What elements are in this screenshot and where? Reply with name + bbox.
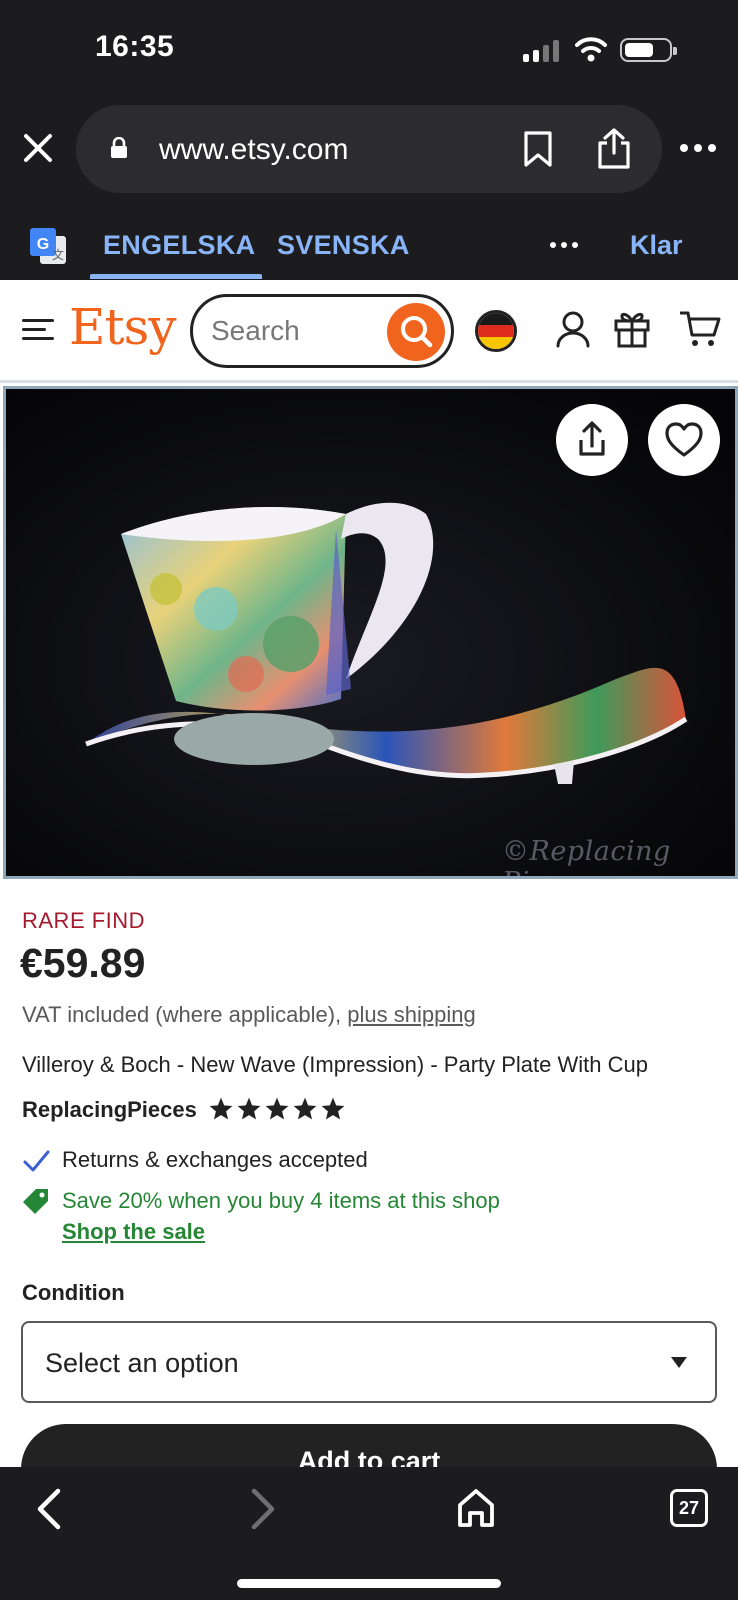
search-icon (401, 316, 433, 348)
close-icon[interactable] (22, 132, 54, 164)
star-icon (265, 1097, 289, 1120)
forward-arrow-icon[interactable] (248, 1487, 278, 1531)
share-listing-button[interactable] (556, 404, 628, 476)
tabs-count: 27 (678, 1498, 700, 1518)
cellular-signal-icon (523, 38, 563, 62)
active-language-indicator (90, 274, 262, 279)
sale-tag-icon (23, 1189, 48, 1214)
rare-find-badge: RARE FIND (22, 908, 146, 933)
address-bar[interactable]: www.etsy.com (76, 105, 662, 193)
heart-icon (665, 422, 703, 457)
image-watermark: ©Replacing Pieces (502, 836, 671, 876)
star-icon (321, 1097, 345, 1120)
gift-icon[interactable] (613, 308, 651, 348)
menu-icon[interactable] (22, 317, 54, 343)
lock-icon (111, 137, 127, 158)
star-icon (293, 1097, 317, 1120)
search-box (190, 294, 454, 368)
search-input[interactable] (211, 313, 371, 349)
more-options-icon[interactable] (680, 144, 720, 156)
chevron-down-icon (671, 1357, 687, 1368)
condition-select[interactable]: Select an option (21, 1321, 717, 1403)
product-title: Villeroy & Boch - New Wave (Impression) … (22, 1052, 648, 1077)
seller-name[interactable]: ReplacingPieces (22, 1097, 197, 1123)
vat-text: VAT included (where applicable), (22, 1002, 348, 1027)
translate-target-language[interactable]: SVENSKA (277, 230, 410, 261)
translate-source-language[interactable]: ENGELSKA (103, 230, 255, 261)
shop-the-sale-link[interactable]: Shop the sale (62, 1219, 205, 1245)
back-arrow-icon[interactable] (34, 1487, 64, 1531)
favorite-button[interactable] (648, 404, 720, 476)
status-time: 16:35 (95, 30, 175, 63)
product-price: €59.89 (20, 940, 146, 986)
translate-bar: G 文 ENGELSKA SVENSKA Klar (0, 200, 738, 280)
browser-bottom-bar: 27 (0, 1467, 738, 1600)
status-bar: 16:35 (0, 0, 738, 100)
translate-done-button[interactable]: Klar (630, 230, 683, 261)
svg-text:文: 文 (52, 247, 64, 262)
etsy-header: Etsy (0, 280, 738, 383)
etsy-logo[interactable]: Etsy (69, 298, 176, 356)
bookmark-icon[interactable] (522, 131, 554, 167)
translate-more-icon[interactable] (550, 242, 580, 250)
cart-icon[interactable] (680, 310, 722, 348)
share-icon[interactable] (596, 127, 632, 169)
url-text[interactable]: www.etsy.com (159, 133, 348, 167)
star-icon (209, 1097, 233, 1120)
google-translate-icon[interactable]: G 文 (28, 226, 68, 266)
condition-selected-value: Select an option (45, 1348, 239, 1378)
shipping-link[interactable]: plus shipping (347, 1002, 475, 1027)
germany-flag-icon[interactable] (475, 310, 517, 352)
vat-note: VAT included (where applicable), plus sh… (22, 1002, 476, 1028)
svg-text:G: G (37, 236, 49, 253)
cup-and-saucer-illustration (6, 389, 735, 876)
home-indicator (237, 1579, 501, 1588)
star-icon (237, 1097, 261, 1120)
search-button[interactable] (387, 303, 445, 361)
home-icon[interactable] (456, 1487, 496, 1529)
wifi-icon (575, 37, 607, 62)
check-icon (23, 1150, 50, 1172)
condition-label: Condition (22, 1280, 125, 1305)
share-icon (579, 421, 605, 456)
product-image[interactable]: ©Replacing Pieces (3, 386, 738, 879)
browser-toolbar: www.etsy.com (0, 100, 738, 200)
battery-icon (620, 38, 677, 62)
account-icon[interactable] (555, 310, 591, 348)
sale-promo-text: Save 20% when you buy 4 items at this sh… (62, 1188, 500, 1213)
returns-policy: Returns & exchanges accepted (62, 1147, 368, 1172)
tabs-icon[interactable]: 27 (670, 1489, 708, 1527)
